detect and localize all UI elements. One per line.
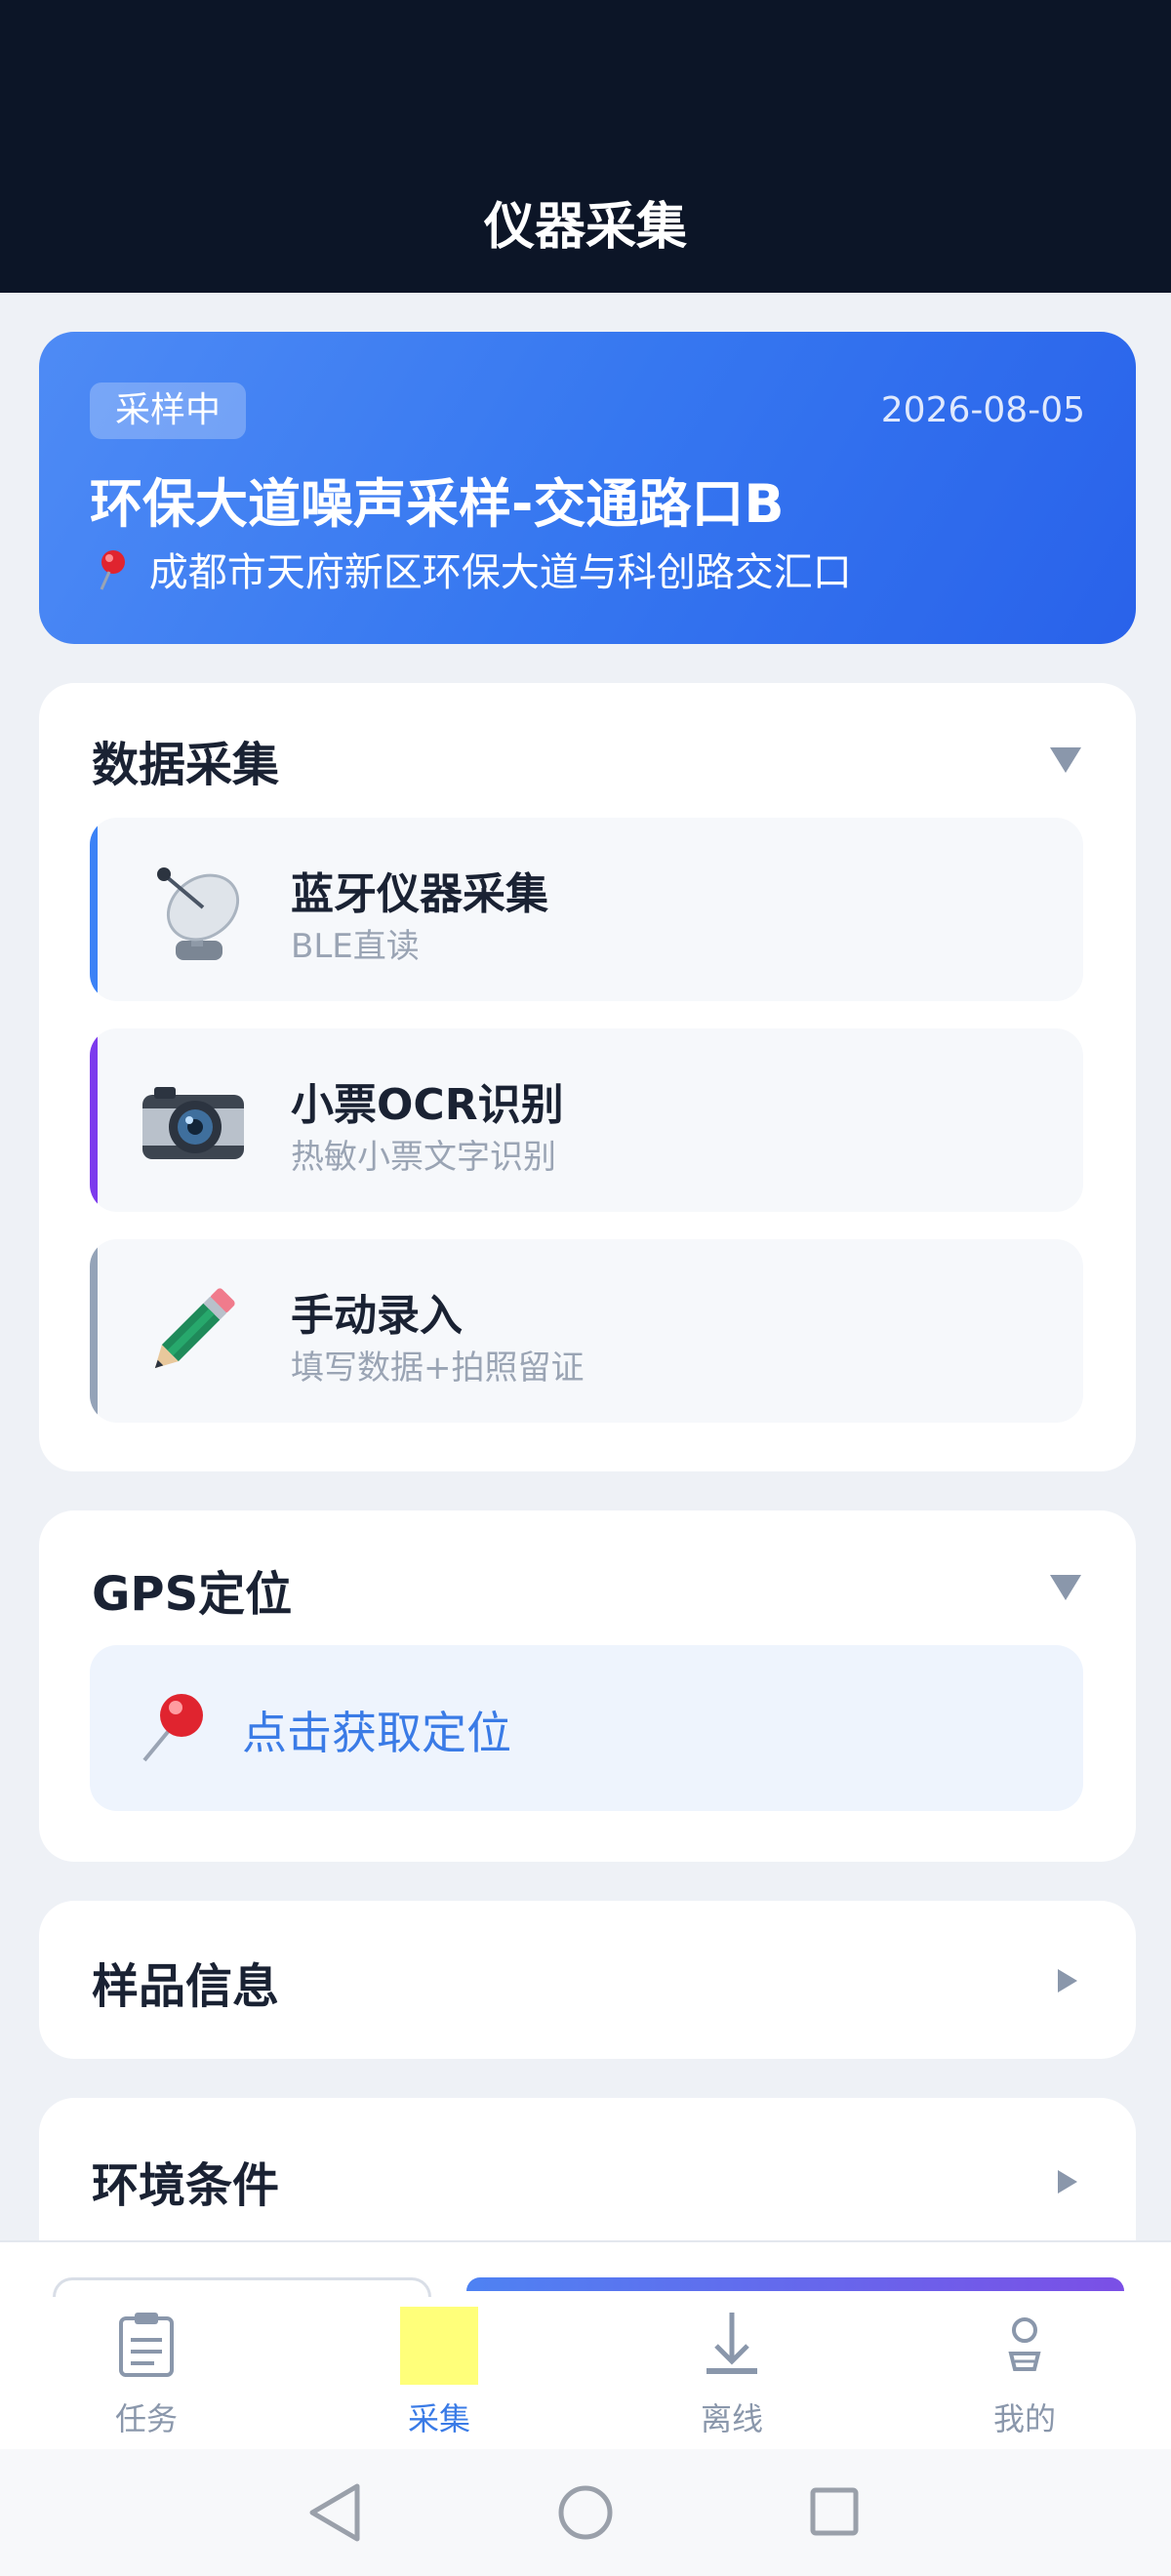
tab-tasks[interactable]: 任务 (49, 2307, 244, 2443)
gps-card: GPS定位 点击获取定位 (39, 1510, 1136, 1862)
task-title: 环保大道噪声采样-交通路口B (90, 473, 785, 535)
method-desc: 填写数据+拍照留证 (291, 1348, 585, 1388)
gps-title: GPS定位 (92, 1567, 293, 1622)
task-address: 成都市天府新区环保大道与科创路交汇口 (148, 550, 852, 595)
task-address-row: 成都市天府新区环保大道与科创路交汇口 (90, 541, 852, 603)
tab-me[interactable]: 我的 (927, 2307, 1122, 2443)
data-collection-title: 数据采集 (92, 738, 280, 792)
home-icon[interactable] (558, 2485, 613, 2540)
primary-action-button[interactable] (466, 2277, 1124, 2291)
collapse-toggle-icon[interactable] (1050, 747, 1081, 773)
tab-label: 我的 (992, 2400, 1056, 2437)
collapse-toggle-icon[interactable] (1050, 1575, 1081, 1600)
method-accent-bar (90, 1028, 98, 1212)
camera-icon (139, 1062, 246, 1179)
location-pin-icon (90, 546, 137, 603)
expand-arrow-icon (1058, 2170, 1077, 2194)
task-summary-card[interactable]: 采样中 2026-08-05 环保大道噪声采样-交通路口B 成都市天府新区环保大… (39, 332, 1136, 644)
method-name: 小票OCR识别 (291, 1080, 564, 1130)
method-manual[interactable]: 手动录入 填写数据+拍照留证 (90, 1239, 1083, 1423)
get-location-label: 点击获取定位 (242, 1707, 511, 1759)
recents-icon[interactable] (810, 2487, 859, 2536)
tab-label: 离线 (700, 2400, 763, 2437)
method-desc: 热敏小票文字识别 (291, 1138, 556, 1177)
method-name: 手动录入 (291, 1291, 463, 1341)
download-icon (693, 2307, 771, 2385)
expand-arrow-icon (1058, 1969, 1077, 1992)
secondary-action-button[interactable] (53, 2277, 431, 2297)
collect-icon (400, 2307, 478, 2385)
tab-collect[interactable]: 采集 (342, 2307, 537, 2443)
page-title: 仪器采集 (483, 198, 687, 257)
method-name: 蓝牙仪器采集 (291, 869, 548, 919)
method-ocr[interactable]: 小票OCR识别 热敏小票文字识别 (90, 1028, 1083, 1212)
user-icon (986, 2307, 1064, 2385)
sample-info-card[interactable]: 样品信息 (39, 1901, 1136, 2059)
satellite-dish-icon (139, 851, 246, 968)
tab-label: 采集 (407, 2400, 470, 2437)
clipboard-icon (107, 2307, 185, 2385)
pencil-icon (139, 1272, 246, 1389)
back-icon[interactable] (309, 2483, 360, 2542)
status-badge: 采样中 (90, 382, 247, 439)
tab-offline[interactable]: 离线 (634, 2307, 829, 2443)
pushpin-icon (137, 1688, 215, 1766)
task-date: 2026-08-05 (880, 390, 1085, 430)
data-collection-card: 数据采集 蓝牙仪器采集 BLE直读 小票OCR识别 热敏小票文字识别 手动录入 … (39, 683, 1136, 1471)
method-desc: BLE直读 (291, 927, 420, 966)
method-accent-bar (90, 818, 98, 1001)
sample-info-title: 样品信息 (92, 1959, 280, 2014)
get-location-button[interactable]: 点击获取定位 (90, 1645, 1083, 1811)
method-bluetooth[interactable]: 蓝牙仪器采集 BLE直读 (90, 818, 1083, 1001)
method-accent-bar (90, 1239, 98, 1423)
system-nav-bar (0, 2449, 1171, 2576)
app-header: 仪器采集 (0, 0, 1171, 293)
tab-label: 任务 (114, 2400, 178, 2437)
bottom-panel: 任务 采集 离线 我的 (0, 2240, 1171, 2449)
environment-title: 环境条件 (92, 2158, 280, 2213)
